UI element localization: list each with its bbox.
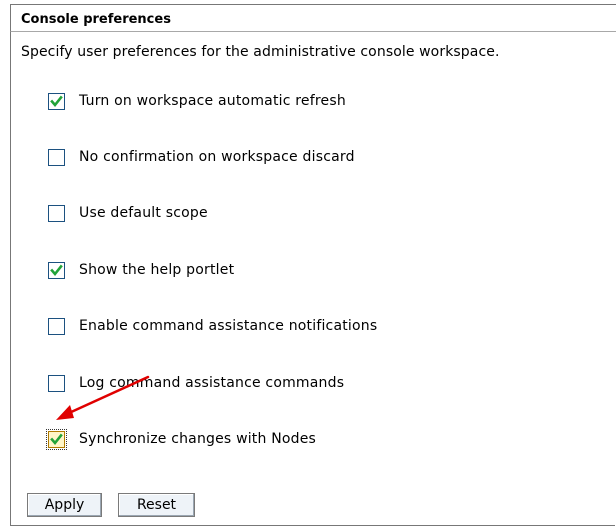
checkmark-icon [50, 95, 63, 107]
panel-title: Console preferences [21, 12, 171, 27]
checkmark-icon [50, 433, 63, 445]
no-confirmation-checkbox[interactable] [48, 148, 65, 166]
default-scope-label: Use default scope [79, 205, 208, 221]
preference-row-no-confirmation[interactable]: No confirmation on workspace discard [48, 147, 355, 167]
command-assistance-notifications-checkbox[interactable] [48, 317, 65, 335]
preference-row-auto-refresh[interactable]: Turn on workspace automatic refresh [48, 91, 346, 111]
log-command-assistance-checkbox[interactable] [48, 374, 65, 392]
preference-row-default-scope[interactable]: Use default scope [48, 203, 208, 223]
synchronize-nodes-label: Synchronize changes with Nodes [79, 431, 317, 447]
checkmark-icon [50, 264, 63, 276]
log-command-assistance-label: Log command assistance commands [79, 375, 345, 391]
command-assistance-notifications-label: Enable command assistance notifications [79, 318, 378, 334]
panel-description: Specify user preferences for the adminis… [21, 44, 500, 60]
preference-row-help-portlet[interactable]: Show the help portlet [48, 260, 234, 280]
auto-refresh-checkbox[interactable] [48, 92, 65, 110]
help-portlet-label: Show the help portlet [79, 262, 235, 278]
no-confirmation-label: No confirmation on workspace discard [79, 149, 355, 165]
preference-row-command-assistance-notifications[interactable]: Enable command assistance notifications [48, 316, 377, 336]
synchronize-nodes-checkbox[interactable] [46, 428, 67, 450]
apply-button[interactable]: Apply [27, 493, 102, 517]
preference-row-synchronize-nodes[interactable]: Synchronize changes with Nodes [46, 428, 317, 450]
reset-button[interactable]: Reset [118, 493, 195, 517]
help-portlet-checkbox[interactable] [48, 261, 65, 279]
auto-refresh-label: Turn on workspace automatic refresh [79, 93, 346, 109]
default-scope-checkbox[interactable] [48, 204, 65, 222]
preference-row-log-command-assistance[interactable]: Log command assistance commands [48, 373, 344, 393]
